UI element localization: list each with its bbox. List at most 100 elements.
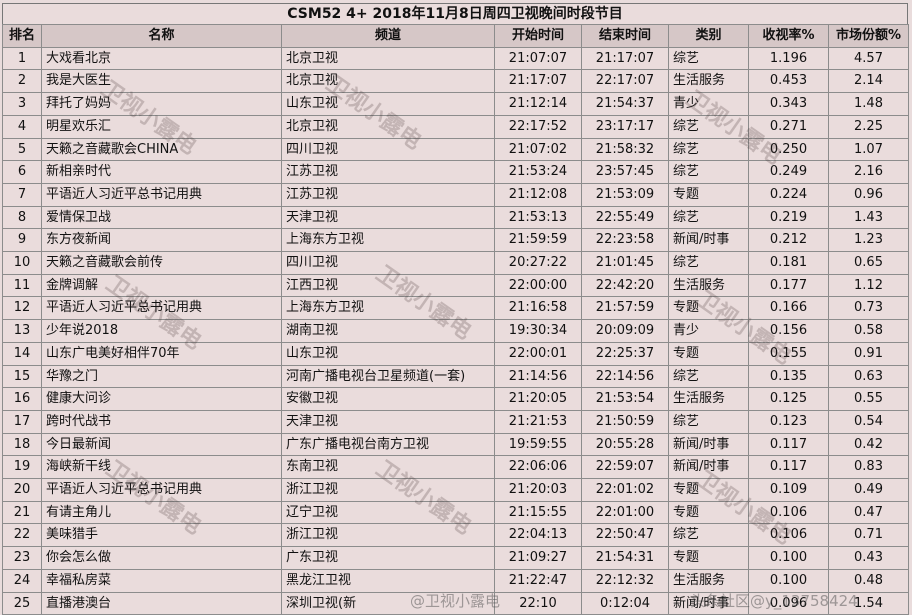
cell-rank: 18 <box>2 432 42 457</box>
cell-channel: 辽宁卫视 <box>281 500 495 525</box>
cell-share: 2.14 <box>828 69 909 94</box>
cell-rating: 0.166 <box>748 296 829 321</box>
table-row: 21 有请主角儿 辽宁卫视 21:15:55 22:01:00 专题 0.106 0.47 <box>2 500 909 525</box>
table-row: 14 山东广电美好相伴70年 山东卫视 22:00:01 22:25:37 专题 0.155… <box>2 341 909 366</box>
cell-share: 0.65 <box>828 251 909 275</box>
cell-rank: 25 <box>2 591 42 615</box>
cell-name: 爱情保卫战 <box>41 205 282 230</box>
cell-rank: 10 <box>2 251 42 275</box>
cell-name: 我是大医生 <box>41 69 282 94</box>
cell-rating: 0.453 <box>748 69 829 94</box>
cell-rank: 12 <box>2 296 42 321</box>
cell-rank: 1 <box>2 46 42 71</box>
cell-start-time: 22:00:01 <box>494 341 582 366</box>
cell-start-time: 19:30:34 <box>494 319 582 343</box>
cell-end-time: 22:59:07 <box>581 455 669 480</box>
cell-end-time: 21:50:59 <box>581 409 669 434</box>
cell-name: 今日最新闻 <box>41 432 282 457</box>
cell-category: 专题 <box>668 296 749 321</box>
cell-share: 4.57 <box>828 46 909 71</box>
cell-category: 综艺 <box>668 114 749 139</box>
cell-share: 0.48 <box>828 568 909 593</box>
cell-rating: 0.177 <box>748 273 829 298</box>
cell-share: 0.49 <box>828 478 909 502</box>
cell-share: 0.43 <box>828 546 909 570</box>
table-row: 12 平语近人习近平总书记用典 上海东方卫视 21:16:58 21:57:59 专题 0.… <box>2 296 909 321</box>
cell-start-time: 21:09:27 <box>494 546 582 570</box>
cell-rating: 0.100 <box>748 568 829 593</box>
cell-channel: 江苏卫视 <box>281 160 495 184</box>
cell-share: 2.16 <box>828 160 909 184</box>
cell-rank: 7 <box>2 182 42 207</box>
cell-name: 明星欢乐汇 <box>41 114 282 139</box>
cell-start-time: 20:27:22 <box>494 251 582 275</box>
cell-start-time: 22:04:13 <box>494 523 582 548</box>
cell-end-time: 22:23:58 <box>581 228 669 253</box>
header-end-time: 结束时间 <box>581 24 669 48</box>
cell-name: 幸福私房菜 <box>41 568 282 593</box>
ratings-table-container: CSM52 4+ 2018年11月8日周四卫视晚间时段节目 排名 名称 频道 开… <box>2 3 909 615</box>
cell-category: 专题 <box>668 341 749 366</box>
cell-channel: 山东卫视 <box>281 341 495 366</box>
cell-rank: 13 <box>2 319 42 343</box>
cell-rating: 0.109 <box>748 478 829 502</box>
cell-category: 综艺 <box>668 364 749 389</box>
cell-rank: 14 <box>2 341 42 366</box>
cell-category: 青少 <box>668 319 749 343</box>
table-row: 3 拜托了妈妈 山东卫视 21:12:14 21:54:37 青少 0.343 1.48 <box>2 92 909 116</box>
cell-share: 1.43 <box>828 205 909 230</box>
cell-name: 平语近人习近平总书记用典 <box>41 182 282 207</box>
cell-category: 新闻/时事 <box>668 228 749 253</box>
cell-start-time: 21:16:58 <box>494 296 582 321</box>
cell-category: 新闻/时事 <box>668 432 749 457</box>
cell-rank: 3 <box>2 92 42 116</box>
cell-category: 生活服务 <box>668 568 749 593</box>
cell-share: 0.96 <box>828 182 909 207</box>
header-row: 排名 名称 频道 开始时间 结束时间 类别 收视率% 市场份额% <box>2 24 909 48</box>
cell-start-time: 21:20:03 <box>494 478 582 502</box>
table-row: 19 海峡新干线 东南卫视 22:06:06 22:59:07 新闻/时事 0.117 0.8… <box>2 455 909 480</box>
cell-category: 新闻/时事 <box>668 455 749 480</box>
cell-start-time: 21:12:08 <box>494 182 582 207</box>
cell-channel: 四川卫视 <box>281 137 495 162</box>
cell-end-time: 22:14:56 <box>581 364 669 389</box>
cell-start-time: 21:20:05 <box>494 387 582 411</box>
cell-end-time: 21:58:32 <box>581 137 669 162</box>
cell-share: 1.23 <box>828 228 909 253</box>
cell-channel: 黑龙江卫视 <box>281 568 495 593</box>
header-share: 市场份额% <box>828 24 909 48</box>
cell-name: 金牌调解 <box>41 273 282 298</box>
cell-channel: 河南广播电视台卫星频道(一套) <box>281 364 495 389</box>
cell-end-time: 23:17:17 <box>581 114 669 139</box>
cell-share: 2.25 <box>828 114 909 139</box>
cell-category: 综艺 <box>668 251 749 275</box>
cell-channel: 湖南卫视 <box>281 319 495 343</box>
cell-category: 综艺 <box>668 46 749 71</box>
cell-name: 美味猎手 <box>41 523 282 548</box>
cell-category: 专题 <box>668 182 749 207</box>
cell-share: 1.48 <box>828 92 909 116</box>
cell-channel: 上海东方卫视 <box>281 228 495 253</box>
cell-share: 0.73 <box>828 296 909 321</box>
cell-name: 你会怎么做 <box>41 546 282 570</box>
cell-share: 0.42 <box>828 432 909 457</box>
cell-rank: 20 <box>2 478 42 502</box>
header-rating: 收视率% <box>748 24 829 48</box>
cell-channel: 浙江卫视 <box>281 523 495 548</box>
cell-rank: 22 <box>2 523 42 548</box>
table-row: 23 你会怎么做 广东卫视 21:09:27 21:54:31 专题 0.100 0.43 <box>2 546 909 570</box>
cell-name: 华豫之门 <box>41 364 282 389</box>
cell-channel: 安徽卫视 <box>281 387 495 411</box>
cell-rank: 11 <box>2 273 42 298</box>
table-row: 6 新相亲时代 江苏卫视 21:53:24 23:57:45 综艺 0.249 2.16 <box>2 160 909 184</box>
table-row: 9 东方夜新闻 上海东方卫视 21:59:59 22:23:58 新闻/时事 0.212 1.… <box>2 228 909 253</box>
table-row: 5 天籁之音藏歌会CHINA 四川卫视 21:07:02 21:58:32 综艺 0.250… <box>2 137 909 162</box>
cell-share: 0.55 <box>828 387 909 411</box>
cell-start-time: 22:17:52 <box>494 114 582 139</box>
cell-end-time: 22:50:47 <box>581 523 669 548</box>
cell-start-time: 21:59:59 <box>494 228 582 253</box>
cell-rating: 0.155 <box>748 341 829 366</box>
cell-category: 综艺 <box>668 137 749 162</box>
cell-rating: 0.100 <box>748 546 829 570</box>
table-row: 17 跨时代战书 天津卫视 21:21:53 21:50:59 综艺 0.123 0.54 <box>2 409 909 434</box>
